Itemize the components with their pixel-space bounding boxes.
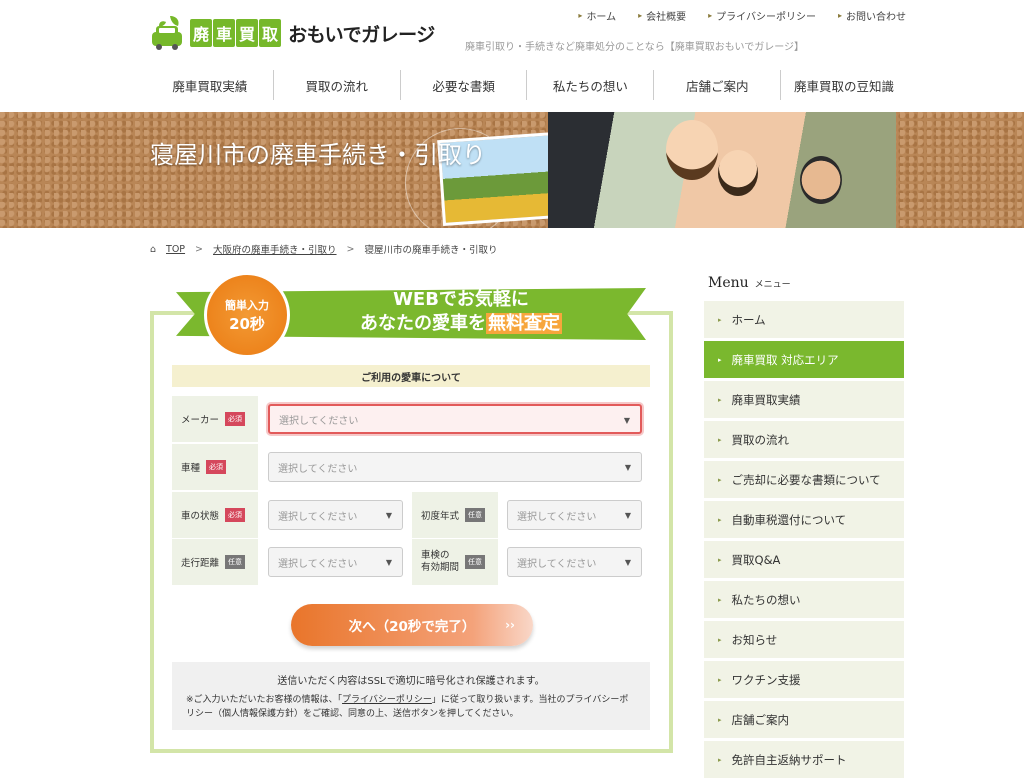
side-item-stores[interactable]: ▸ 店舗ご案内 <box>704 701 904 738</box>
required-badge: 必須 <box>206 460 227 474</box>
gnav-item-documents[interactable]: 必要な書類 <box>401 70 528 100</box>
side-item-vaccine[interactable]: ▸ ワクチン支援 <box>704 661 904 698</box>
home-icon: ⌂ <box>150 243 157 255</box>
breadcrumb-top[interactable]: TOP <box>166 244 185 255</box>
arrow-icon: ▸ <box>718 555 722 564</box>
child-face <box>718 150 758 196</box>
gnav-item-results[interactable]: 廃車買取実績 <box>147 70 274 100</box>
side-item-faq[interactable]: ▸ 買取Q&A <box>704 541 904 578</box>
gnav-item-flow[interactable]: 買取の流れ <box>274 70 401 100</box>
logo-name: おもいでガレージ <box>288 23 435 46</box>
utility-nav: ▸ ホーム ▸ 会社概要 ▸ プライバシーポリシー ▸ お問い合わせ <box>578 8 906 23</box>
inspection-label: 車検の 有効期間 任意 <box>412 539 498 585</box>
year-label: 初度年式 任意 <box>412 492 498 538</box>
arrow-icon: ▸ <box>718 715 722 724</box>
ssl-note: 送信いただく内容はSSLで適切に暗号化され保護されます。 <box>277 676 545 687</box>
side-item-home[interactable]: ▸ ホーム <box>704 301 904 338</box>
arrow-icon: ▸ <box>718 315 722 324</box>
quick-input-badge: 簡単入力 20秒 <box>204 272 290 358</box>
arrow-icon: ▸ <box>718 475 722 484</box>
child-face <box>666 120 718 180</box>
form-row-maker: メーカー 必須 選択してください ▼ <box>172 396 650 442</box>
car-logo-icon <box>150 14 184 52</box>
breadcrumb-current: 寝屋川市の廃車手続き・引取り <box>364 245 498 256</box>
arrow-icon: ▸ <box>837 11 842 20</box>
page-title: 寝屋川市の廃車手続き・引取り <box>150 141 486 169</box>
caret-down-icon: ▼ <box>385 511 392 520</box>
caret-down-icon: ▼ <box>624 511 631 520</box>
arrow-icon: ▸ <box>718 675 722 684</box>
next-button[interactable]: 次へ（20秒で完了） ›› <box>291 604 533 646</box>
side-item-flow[interactable]: ▸ 買取の流れ <box>704 421 904 458</box>
maker-select[interactable]: 選択してください ▼ <box>268 404 642 434</box>
form-row-model: 車種 必須 選択してください ▼ <box>172 444 650 490</box>
hero-banner: 寝屋川市の廃車手続き・引取り <box>0 112 1024 228</box>
arrow-icon: ▸ <box>718 635 722 644</box>
optional-badge: 任意 <box>465 555 486 569</box>
side-item-area[interactable]: ▸ 廃車買取 対応エリア <box>704 341 904 378</box>
arrow-icon: ▸ <box>578 11 583 20</box>
mileage-select[interactable]: 選択してください ▼ <box>268 547 403 577</box>
arrow-icon: ▸ <box>718 595 722 604</box>
caret-down-icon: ▼ <box>385 558 392 567</box>
arrow-icon: ▸ <box>708 11 713 20</box>
maker-label: メーカー 必須 <box>172 396 258 442</box>
gnav-item-knowledge[interactable]: 廃車買取の豆知識 <box>781 70 907 100</box>
form-headline: WEBでお気軽に あなたの愛車を 無料査定 <box>360 289 562 334</box>
side-menu-heading: Menu メニュー <box>708 275 791 291</box>
father-face <box>800 156 842 204</box>
form-ribbon-banner: 簡単入力 20秒 WEBでお気軽に あなたの愛車を 無料査定 <box>166 272 656 358</box>
side-item-tax-refund[interactable]: ▸ 自動車税還付について <box>704 501 904 538</box>
form-row-mileage-inspection: 走行距離 任意 選択してください ▼ 車検の 有効期間 任意 選択してください … <box>172 539 650 585</box>
side-item-results[interactable]: ▸ 廃車買取実績 <box>704 381 904 418</box>
caret-down-icon: ▼ <box>623 416 630 425</box>
optional-badge: 任意 <box>225 555 246 569</box>
side-item-news[interactable]: ▸ お知らせ <box>704 621 904 658</box>
utility-link-home[interactable]: ▸ ホーム <box>578 8 616 23</box>
privacy-note: 送信いただく内容はSSLで適切に暗号化され保護されます。 ※ご入力いただいたお客… <box>172 662 650 730</box>
arrow-icon: ▸ <box>638 11 643 20</box>
family-in-car-photo <box>548 112 896 228</box>
site-tagline: 廃車引取り・手続きなど廃車処分のことなら【廃車買取おもいでガレージ】 <box>465 42 804 53</box>
breadcrumb-separator: > <box>195 243 204 255</box>
inspection-select[interactable]: 選択してください ▼ <box>507 547 642 577</box>
side-menu: ▸ ホーム ▸ 廃車買取 対応エリア ▸ 廃車買取実績 ▸ 買取の流れ ▸ ご売却に必要な… <box>704 301 904 781</box>
required-badge: 必須 <box>225 412 246 426</box>
side-item-documents[interactable]: ▸ ご売却に必要な書類について <box>704 461 904 498</box>
arrow-icon: ▸ <box>718 355 722 364</box>
arrow-icon: ▸ <box>718 755 722 764</box>
chevron-right-icon: ›› <box>505 618 515 632</box>
side-item-thoughts[interactable]: ▸ 私たちの想い <box>704 581 904 618</box>
caret-down-icon: ▼ <box>624 463 631 472</box>
arrow-icon: ▸ <box>718 515 722 524</box>
utility-link-privacy[interactable]: ▸ プライバシーポリシー <box>708 8 816 23</box>
site-logo[interactable]: 廃 車 買 取 おもいでガレージ <box>150 14 435 52</box>
utility-link-company[interactable]: ▸ 会社概要 <box>638 8 686 23</box>
logo-badge: 廃 車 買 取 <box>190 19 282 47</box>
condition-label: 車の状態 必須 <box>172 492 258 538</box>
optional-badge: 任意 <box>465 508 486 522</box>
model-select[interactable]: 選択してください ▼ <box>268 452 642 482</box>
year-select[interactable]: 選択してください ▼ <box>507 500 642 530</box>
caret-down-icon: ▼ <box>624 558 631 567</box>
arrow-icon: ▸ <box>718 435 722 444</box>
mileage-label: 走行距離 任意 <box>172 539 258 585</box>
breadcrumb: ⌂ TOP > 大阪府の廃車手続き・引取り > 寝屋川市の廃車手続き・引取り <box>150 242 498 257</box>
form-section-title: ご利用の愛車について <box>172 365 650 387</box>
gnav-item-thoughts[interactable]: 私たちの想い <box>527 70 655 100</box>
model-label: 車種 必須 <box>172 444 258 490</box>
breadcrumb-separator: > <box>346 243 355 255</box>
condition-select[interactable]: 選択してください ▼ <box>268 500 403 530</box>
form-row-condition-year: 車の状態 必須 選択してください ▼ 初度年式 任意 選択してください ▼ <box>172 492 650 538</box>
gnav-item-stores[interactable]: 店舗ご案内 <box>654 70 782 100</box>
privacy-policy-note: ※ご入力いただいたお客様の情報は、「プライバシーポリシー」に従って取り扱います。… <box>186 695 629 719</box>
privacy-policy-link[interactable]: プライバシーポリシー <box>342 695 432 705</box>
required-badge: 必須 <box>225 508 246 522</box>
global-nav: 廃車買取実績 買取の流れ 必要な書類 私たちの想い 店舗ご案内 廃車買取の豆知識 <box>147 70 907 100</box>
breadcrumb-prefecture[interactable]: 大阪府の廃車手続き・引取り <box>213 242 337 256</box>
utility-link-contact[interactable]: ▸ お問い合わせ <box>838 8 906 23</box>
side-item-license-return[interactable]: ▸ 免許自主返納サポート <box>704 741 904 778</box>
arrow-icon: ▸ <box>718 395 722 404</box>
